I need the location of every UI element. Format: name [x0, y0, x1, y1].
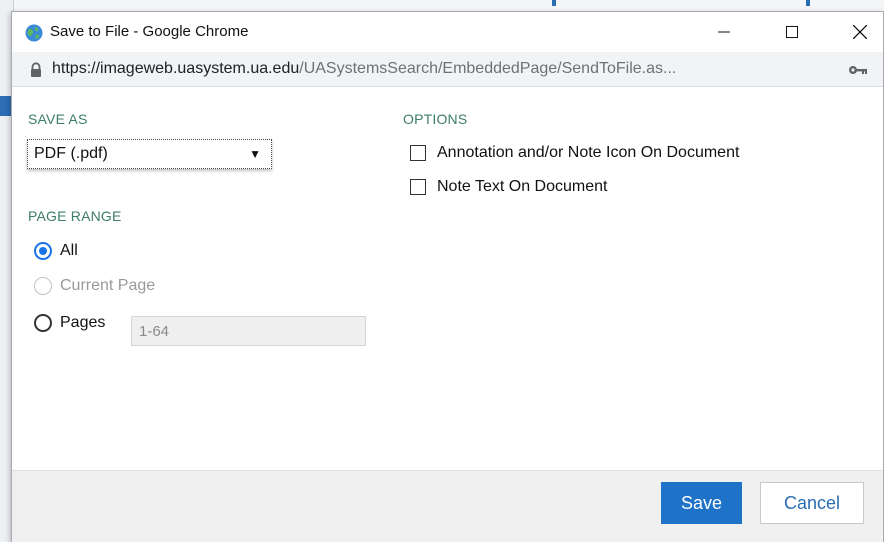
radio-current-page: [34, 277, 52, 295]
chrome-globe-icon: [25, 24, 43, 42]
radio-all[interactable]: [34, 242, 52, 260]
page-range-label: PAGE RANGE: [28, 208, 122, 224]
page-range-pages-option[interactable]: Pages: [34, 314, 105, 332]
page-range-all-option[interactable]: All: [34, 242, 78, 260]
url-host: https://imageweb.uasystem.ua.edu: [52, 60, 300, 77]
minimize-icon: [718, 31, 730, 33]
option-annotation-note-icon[interactable]: Annotation and/or Note Icon On Document: [410, 144, 739, 162]
radio-pages-label: Pages: [60, 314, 106, 331]
save-as-label: SAVE AS: [28, 111, 88, 127]
title-bar: Save to File - Google Chrome: [12, 12, 883, 52]
maximize-button[interactable]: [769, 12, 815, 52]
checkbox-note-text[interactable]: [410, 179, 426, 195]
background-divider: [552, 0, 556, 6]
minimize-button[interactable]: [701, 12, 747, 52]
save-as-select[interactable]: PDF (.pdf) ▼: [27, 139, 272, 169]
checkbox-note-text-label: Note Text On Document: [437, 178, 608, 195]
save-as-selected-value: PDF (.pdf): [34, 145, 108, 162]
pages-range-input[interactable]: 1-64: [131, 316, 366, 346]
url-path: /UASystemsSearch/EmbeddedPage/SendToFile…: [299, 60, 677, 77]
options-label: OPTIONS: [403, 111, 468, 127]
key-icon[interactable]: [848, 63, 868, 77]
save-to-file-window: Save to File - Google Chrome https://ima…: [11, 11, 884, 542]
maximize-icon: [786, 26, 798, 38]
window-title: Save to File - Google Chrome: [50, 23, 249, 40]
address-bar: https://imageweb.uasystem.ua.edu/UASyste…: [12, 52, 883, 87]
checkbox-annotation-note-icon[interactable]: [410, 145, 426, 161]
option-note-text[interactable]: Note Text On Document: [410, 178, 607, 196]
close-button[interactable]: [837, 12, 883, 52]
background-divider: [806, 0, 810, 6]
radio-pages[interactable]: [34, 314, 52, 332]
radio-all-label: All: [60, 242, 78, 259]
close-icon: [853, 25, 867, 39]
lock-icon: [31, 62, 41, 77]
chevron-down-icon: ▼: [249, 147, 261, 161]
radio-current-page-label: Current Page: [60, 277, 156, 294]
dialog-footer: Save Cancel: [12, 470, 883, 542]
page-range-current-page-option: Current Page: [34, 277, 155, 295]
save-button[interactable]: Save: [661, 482, 742, 524]
url-text[interactable]: https://imageweb.uasystem.ua.edu/UASyste…: [52, 60, 676, 78]
checkbox-annotation-note-icon-label: Annotation and/or Note Icon On Document: [437, 144, 740, 161]
dialog-content: SAVE AS PDF (.pdf) ▼ PAGE RANGE All Curr…: [12, 88, 883, 470]
cancel-button[interactable]: Cancel: [760, 482, 864, 524]
